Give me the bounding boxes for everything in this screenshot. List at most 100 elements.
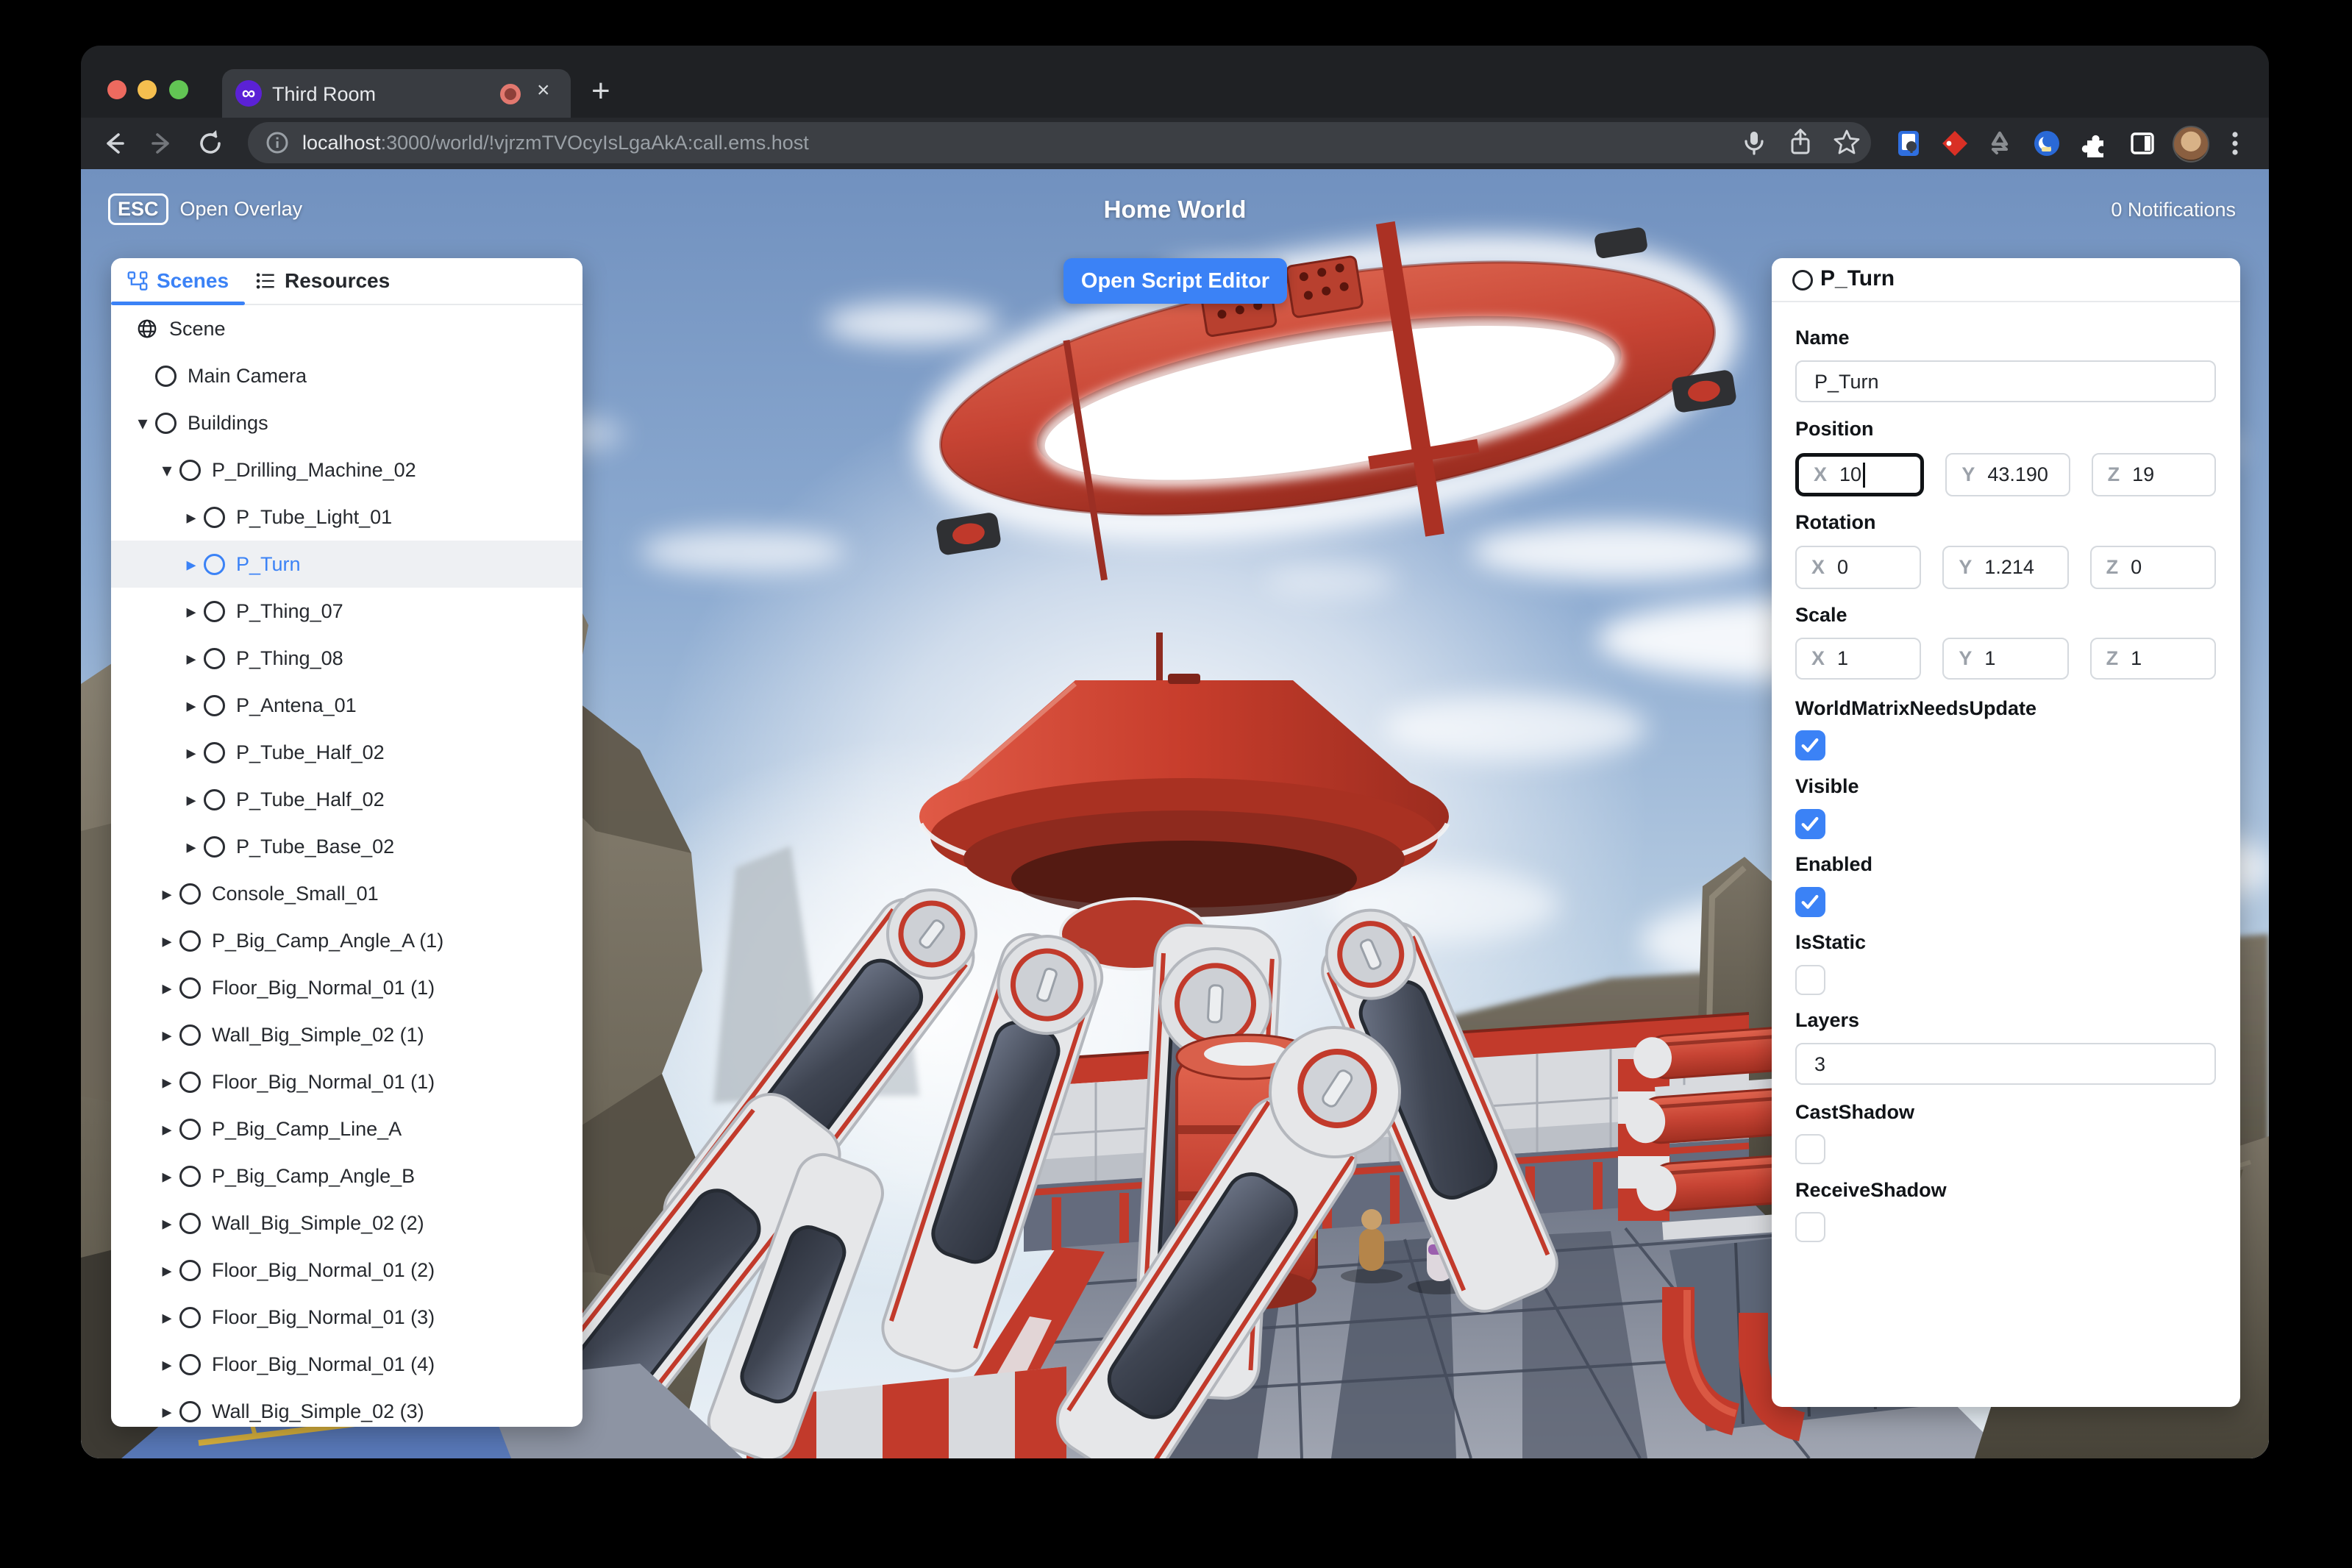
tree-item[interactable]: ▸ P_Antena_01 [111, 682, 582, 729]
expand-arrow-icon[interactable]: ▸ [179, 553, 204, 576]
back-icon[interactable] [98, 127, 130, 160]
side-panel-icon[interactable] [2126, 127, 2159, 160]
tree-item[interactable]: ▸ Console_Small_01 [111, 870, 582, 917]
tree-item[interactable]: ▾ P_Drilling_Machine_02 [111, 446, 582, 493]
tree-item[interactable]: ▸ Floor_Big_Normal_01 (4) [111, 1341, 582, 1388]
is-static-checkbox[interactable] [1795, 965, 1825, 995]
world-viewport[interactable]: ESC Open Overlay Home World 0 Notificati… [81, 169, 2269, 1458]
expand-arrow-icon[interactable]: ▸ [154, 1400, 179, 1423]
receive-shadow-checkbox[interactable] [1795, 1212, 1825, 1242]
browser-tab[interactable]: ∞ Third Room × [222, 69, 571, 118]
tree-item[interactable]: ▸ Floor_Big_Normal_01 (2) [111, 1247, 582, 1294]
dark-mode-extension-icon[interactable] [2031, 127, 2063, 160]
tree-item[interactable]: ▸ Wall_Big_Simple_02 (2) [111, 1200, 582, 1247]
object-circle-icon [179, 1118, 201, 1140]
expand-arrow-icon[interactable]: ▾ [130, 412, 155, 435]
expand-arrow-icon[interactable]: ▸ [154, 1118, 179, 1141]
tree-item[interactable]: ▸ P_Thing_08 [111, 635, 582, 682]
tree-item[interactable]: ▸ P_Tube_Half_02 [111, 729, 582, 776]
layers-input[interactable]: 3 [1795, 1043, 2216, 1085]
globe-icon [138, 319, 157, 338]
expand-arrow-icon[interactable]: ▸ [179, 835, 204, 858]
tree-item[interactable]: ▸ P_Thing_07 [111, 588, 582, 635]
tree-item[interactable]: ▸ P_Big_Camp_Angle_B [111, 1152, 582, 1200]
tree-item[interactable]: ▸ P_Big_Camp_Angle_A (1) [111, 917, 582, 964]
tree-item-label: Floor_Big_Normal_01 (1) [212, 976, 435, 999]
tree-item[interactable]: ▸ Floor_Big_Normal_01 (3) [111, 1294, 582, 1341]
name-input[interactable]: P_Turn [1795, 360, 2216, 402]
tree-item[interactable]: ▸ Wall_Big_Simple_02 (3) [111, 1388, 582, 1427]
object-circle-icon [155, 412, 177, 434]
close-tab-icon[interactable]: × [537, 78, 550, 103]
tree-item[interactable]: ▸ P_Tube_Half_02 [111, 776, 582, 823]
tree-item[interactable]: ▸ P_Tube_Base_02 [111, 823, 582, 870]
tree-item[interactable]: ▸ P_Big_Camp_Line_A [111, 1105, 582, 1152]
enabled-label: Enabled [1795, 853, 1873, 875]
share-icon[interactable] [1784, 126, 1817, 159]
axis-z-label: Z [2107, 463, 2120, 485]
rotation-x-input[interactable]: X 0 [1795, 546, 1922, 589]
close-window-button[interactable] [107, 80, 126, 99]
expand-arrow-icon[interactable]: ▾ [154, 459, 179, 482]
enabled-checkbox[interactable] [1795, 887, 1825, 917]
expand-arrow-icon[interactable]: ▸ [179, 788, 204, 811]
cast-shadow-checkbox[interactable] [1795, 1134, 1825, 1164]
expand-arrow-icon[interactable]: ▸ [154, 1353, 179, 1376]
scale-z-input[interactable]: Z 1 [2089, 638, 2216, 680]
expand-arrow-icon[interactable]: ▸ [154, 883, 179, 905]
tree-item[interactable]: Scene [111, 305, 582, 352]
recycle-extension-icon[interactable] [1984, 127, 2016, 160]
object-circle-icon [179, 930, 201, 952]
tree-item-label: Main Camera [188, 364, 307, 387]
hierarchy-icon [127, 271, 148, 291]
tree-item[interactable]: ▸ Floor_Big_Normal_01 (1) [111, 1058, 582, 1105]
text-caret [1863, 462, 1866, 488]
expand-arrow-icon[interactable]: ▸ [154, 977, 179, 999]
bookmark-star-icon[interactable] [1831, 126, 1863, 159]
microphone-icon[interactable] [1738, 126, 1770, 159]
browser-menu-icon[interactable] [2219, 127, 2251, 160]
tree-item[interactable]: ▾ Buildings [111, 399, 582, 446]
extensions-puzzle-icon[interactable] [2078, 127, 2111, 160]
open-script-editor-button[interactable]: Open Script Editor [1063, 258, 1287, 304]
expand-arrow-icon[interactable]: ▸ [179, 506, 204, 529]
tree-item[interactable]: ▸ Floor_Big_Normal_01 (1) [111, 964, 582, 1011]
tree-item[interactable]: ▸ P_Tube_Light_01 [111, 493, 582, 541]
world-matrix-checkbox[interactable] [1795, 730, 1825, 760]
expand-arrow-icon[interactable]: ▸ [179, 600, 204, 623]
expand-arrow-icon[interactable]: ▸ [179, 694, 204, 717]
expand-arrow-icon[interactable]: ▸ [154, 1071, 179, 1094]
position-x-input[interactable]: X 10 [1795, 453, 1925, 496]
new-tab-button[interactable]: + [591, 75, 610, 107]
rotation-z-input[interactable]: Z 0 [2089, 546, 2216, 589]
reload-icon[interactable] [194, 127, 227, 160]
red-diamond-extension-icon[interactable] [1939, 127, 1971, 160]
password-manager-extension-icon[interactable] [1892, 127, 1925, 160]
tab-title: Third Room [272, 83, 377, 105]
expand-arrow-icon[interactable]: ▸ [154, 1024, 179, 1047]
forward-icon[interactable] [146, 127, 178, 160]
visible-checkbox[interactable] [1795, 809, 1825, 839]
address-bar[interactable]: localhost:3000/world/!vjrzmTVOcyIsLgaAkA… [248, 122, 1871, 163]
tree-item[interactable]: ▸ Wall_Big_Simple_02 (1) [111, 1011, 582, 1058]
position-y-input[interactable]: Y 43.190 [1945, 453, 2070, 496]
expand-arrow-icon[interactable]: ▸ [154, 1212, 179, 1235]
minimize-window-button[interactable] [138, 80, 157, 99]
tab-resources[interactable]: Resources [255, 258, 390, 304]
scale-y-input[interactable]: Y 1 [1942, 638, 2069, 680]
fullscreen-window-button[interactable] [169, 80, 188, 99]
rotation-y-input[interactable]: Y 1.214 [1942, 546, 2069, 589]
expand-arrow-icon[interactable]: ▸ [154, 1306, 179, 1329]
expand-arrow-icon[interactable]: ▸ [154, 930, 179, 952]
tree-item[interactable]: ▸ P_Turn [111, 541, 582, 588]
scale-x-input[interactable]: X 1 [1795, 638, 1922, 680]
expand-arrow-icon[interactable]: ▸ [154, 1259, 179, 1282]
tab-scenes[interactable]: Scenes [111, 258, 245, 305]
tree-item[interactable]: Main Camera [111, 352, 582, 399]
expand-arrow-icon[interactable]: ▸ [179, 741, 204, 764]
expand-arrow-icon[interactable]: ▸ [154, 1165, 179, 1188]
expand-arrow-icon[interactable]: ▸ [179, 647, 204, 670]
position-z-input[interactable]: Z 19 [2091, 453, 2216, 496]
site-info-icon[interactable] [263, 128, 292, 157]
profile-avatar[interactable] [2173, 126, 2209, 163]
